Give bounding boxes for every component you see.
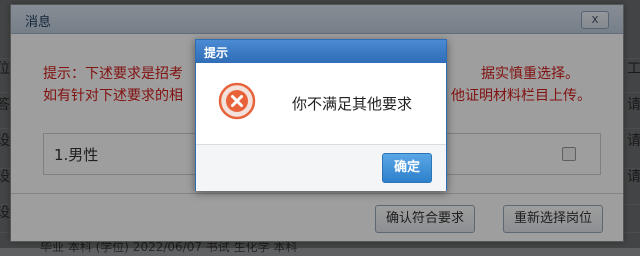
alert-dialog-footer: 确定 bbox=[196, 144, 446, 191]
error-x-icon bbox=[218, 82, 256, 120]
ok-button[interactable]: 确定 bbox=[382, 153, 432, 183]
alert-dialog: 提示 你不满足其他要求 确定 bbox=[195, 39, 447, 191]
alert-dialog-title: 提示 bbox=[204, 46, 229, 60]
alert-dialog-titlebar: 提示 bbox=[196, 40, 446, 63]
alert-message: 你不满足其他要求 bbox=[292, 95, 413, 113]
